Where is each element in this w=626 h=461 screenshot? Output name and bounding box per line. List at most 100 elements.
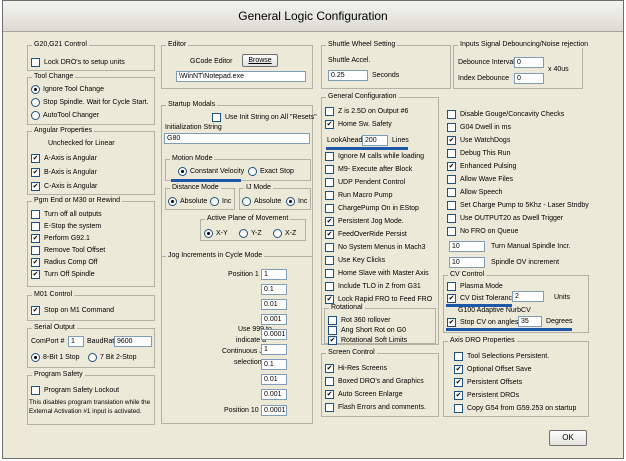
- distance-inc-radio[interactable]: Inc: [210, 197, 231, 206]
- spindle-ov-input[interactable]: 10: [449, 257, 485, 268]
- editor-path-input[interactable]: \WinNT\Notepad.exe: [176, 71, 306, 82]
- no-fro-queue-checkbox[interactable]: No FRO on Queue: [447, 227, 518, 236]
- constant-velocity-radio[interactable]: Constant Velocity: [178, 167, 244, 176]
- feedoverride-persist-checkbox[interactable]: ✔ FeedOverRide Persist: [325, 230, 407, 239]
- rot-360-rollover-checkbox[interactable]: Rot 360 rollover: [328, 316, 390, 325]
- comport-input[interactable]: 1: [68, 336, 84, 347]
- jog-position-3-input[interactable]: 0.01: [261, 299, 287, 310]
- disable-gouge-checkbox[interactable]: Disable Gouge/Concavity Checks: [447, 110, 564, 119]
- persistent-offsets-checkbox[interactable]: ✔ Persistent Offsets: [454, 378, 522, 387]
- ij-inc-radio[interactable]: Inc: [286, 197, 307, 206]
- init-all-resets-checkbox[interactable]: Use Init String on All "Resets": [212, 113, 317, 122]
- jog-position-8-input[interactable]: 0.01: [261, 374, 287, 385]
- distance-absolute-radio[interactable]: Absolute: [168, 197, 207, 206]
- baudrate-input[interactable]: 9600: [114, 336, 152, 347]
- jog-position-1-input[interactable]: 1: [261, 269, 287, 280]
- jog-position-4-input[interactable]: 0.001: [261, 314, 287, 325]
- jog-position-5-input[interactable]: 0.0001: [261, 329, 287, 340]
- cv-dist-tolerance-checkbox[interactable]: ✔ CV Dist Tolerance: [447, 294, 516, 303]
- remove-tool-offset-checkbox[interactable]: Remove Tool Offset: [31, 246, 105, 255]
- debounce-interval-input[interactable]: 0: [514, 57, 544, 68]
- plane-yz-radio[interactable]: Y-Z: [239, 229, 262, 238]
- rotational-soft-limits-checkbox[interactable]: ✔ Rotational Soft Limits: [328, 336, 407, 345]
- ignore-m-calls-checkbox[interactable]: Ignore M calls while loading: [325, 152, 424, 161]
- lock-dro-checkbox[interactable]: Lock DRO's to setup units: [31, 58, 125, 67]
- plasma-mode-checkbox[interactable]: Plasma Mode: [447, 282, 503, 291]
- home-slave-checkbox[interactable]: Home Slave with Master Axis: [325, 269, 429, 278]
- c-axis-angular-checkbox[interactable]: ✔ C-Axis is Angular: [31, 182, 97, 191]
- hi-res-screens-checkbox[interactable]: ✔ Hi-Res Screens: [325, 364, 387, 373]
- flash-errors-checkbox[interactable]: Flash Errors and comments.: [325, 403, 426, 412]
- optional-offset-save-checkbox[interactable]: ✔ Optional Offset Save: [454, 365, 531, 374]
- g04-dwell-ms-checkbox[interactable]: G04 Dwell in ms: [447, 123, 511, 132]
- position-1-label: Position 1: [228, 271, 259, 278]
- udp-pendent-checkbox[interactable]: UDP Pendent Control: [325, 178, 405, 187]
- b-axis-angular-checkbox[interactable]: ✔ B-Axis is Angular: [31, 168, 97, 177]
- jog-position-7-input[interactable]: 0.1: [261, 359, 287, 370]
- copy-g54-checkbox[interactable]: Copy G54 from G59.253 on startup: [454, 404, 576, 413]
- program-safety-checkbox[interactable]: Program Safety Lockout: [31, 386, 119, 395]
- z-2.5d-checkbox[interactable]: Z is 2.5D on Output #6: [325, 107, 408, 116]
- run-macro-pump-checkbox[interactable]: Run Macro Pump: [325, 191, 392, 200]
- pgm-end-group: Pgm End or M30 or Rewind Turn off all ou…: [27, 197, 155, 287]
- jog-position-10-input[interactable]: 0.0001: [261, 405, 287, 416]
- ij-absolute-radio[interactable]: Absolute: [242, 197, 281, 206]
- allow-wave-files-checkbox[interactable]: Allow Wave Files: [447, 175, 513, 184]
- tool-selections-persistent-checkbox[interactable]: Tool Selections Persistent.: [454, 352, 549, 361]
- persistent-dros-checkbox[interactable]: ✔ Persistent DROs: [454, 391, 519, 400]
- jog-position-6-input[interactable]: 1: [261, 344, 287, 355]
- turn-off-spindle-checkbox[interactable]: ✔ Turn Off Spindle: [31, 270, 95, 279]
- 8bit-radio[interactable]: 8-Bit 1 Stop: [31, 353, 80, 362]
- debug-this-run-checkbox[interactable]: Debug This Run: [447, 149, 510, 158]
- plane-xy-radio[interactable]: X-Y: [204, 229, 228, 238]
- key-clicks-checkbox[interactable]: Use Key Clicks: [325, 256, 385, 265]
- shuttle-accel-input[interactable]: 0.25: [328, 70, 368, 81]
- no-system-menus-checkbox[interactable]: No System Menus in Mach3: [325, 243, 426, 252]
- boxed-dros-checkbox[interactable]: Boxed DRO's and Graphics: [325, 377, 424, 386]
- checkbox-box[interactable]: [31, 58, 40, 67]
- axis-dro-title: Axis DRO Properties: [448, 337, 517, 344]
- stop-spindle-radio[interactable]: Stop Spindle. Wait for Cycle Start.: [31, 98, 149, 107]
- perform-g92-checkbox[interactable]: ✔ Perform G92.1: [31, 234, 90, 243]
- estop-system-checkbox[interactable]: E-Stop the system: [31, 222, 101, 231]
- ignore-toolchange-radio[interactable]: Ignore Tool Change: [31, 85, 104, 94]
- stop-cv-angles-input[interactable]: 35: [518, 316, 542, 327]
- 7bit-radio[interactable]: 7 Bit 2-Stop: [88, 353, 137, 362]
- plane-xz-radio[interactable]: X-Z: [273, 229, 296, 238]
- ok-button[interactable]: OK: [549, 430, 587, 446]
- spindle-incr-input[interactable]: 10: [449, 241, 485, 252]
- lock-rapid-fro-checkbox[interactable]: ✔ Lock Rapid FRO to Feed FRO: [325, 295, 432, 304]
- pgm-end-group-title: Pgm End or M30 or Rewind: [32, 197, 122, 204]
- debounce-interval-label: Debounce Interval: [458, 59, 515, 66]
- cv-dist-tolerance-input[interactable]: 2: [512, 291, 544, 302]
- output20-dwell-checkbox[interactable]: Use OUTPUT20 as Dwell Trigger: [447, 214, 563, 223]
- persistent-jog-checkbox[interactable]: ✔ Persistent Jog Mode.: [325, 217, 404, 226]
- allow-speech-checkbox[interactable]: Allow Speech: [447, 188, 502, 197]
- lookahead-input[interactable]: 200: [362, 135, 388, 146]
- toolchange-group-title: Tool Change: [32, 73, 76, 80]
- include-tlo-checkbox[interactable]: Include TLO in Z from G31: [325, 282, 421, 291]
- browse-button[interactable]: Browse: [242, 54, 278, 67]
- index-debounce-label: Index Debounce: [458, 75, 509, 82]
- jog-note-4: selection.: [234, 359, 264, 366]
- stop-cv-angles-checkbox[interactable]: ✔ Stop CV on angles >: [447, 318, 524, 327]
- m9-execute-checkbox[interactable]: M9- Execute after Block: [325, 165, 412, 174]
- turn-off-outputs-checkbox[interactable]: Turn off all outputs: [31, 210, 102, 219]
- index-debounce-input[interactable]: 0: [514, 73, 544, 84]
- init-string-input[interactable]: G80: [164, 133, 310, 144]
- use-watchdogs-checkbox[interactable]: ✔ Use WatchDogs: [447, 136, 510, 145]
- jog-position-9-input[interactable]: 0.001: [261, 389, 287, 400]
- exact-stop-radio[interactable]: Exact Stop: [248, 167, 294, 176]
- spindle-incr-label: Turn Manual Spindle Incr.: [491, 243, 571, 250]
- home-sw-safety-checkbox[interactable]: ✔ Home Sw. Safety: [325, 120, 392, 129]
- autotool-radio[interactable]: AutoTool Changer: [31, 111, 99, 120]
- radius-comp-off-checkbox[interactable]: ✔ Radius Comp Off: [31, 258, 98, 267]
- enhanced-pulsing-checkbox[interactable]: ✔ Enhanced Pulsing: [447, 162, 516, 171]
- stop-m1-checkbox[interactable]: ✔ Stop on M1 Command: [31, 306, 114, 315]
- a-axis-angular-checkbox[interactable]: ✔ A-Axis is Angular: [31, 154, 97, 163]
- ang-short-rot-checkbox[interactable]: Ang Short Rot on G0: [328, 326, 406, 335]
- chargepump-estop-checkbox[interactable]: ChargePump On in EStop: [325, 204, 419, 213]
- jog-position-2-input[interactable]: 0.1: [261, 284, 287, 295]
- auto-screen-enlarge-checkbox[interactable]: ✔ Auto Screen Enlarge: [325, 390, 403, 399]
- charge-pump-5khz-checkbox[interactable]: Set Charge Pump to 5Khz - Laser Stndby: [447, 201, 589, 210]
